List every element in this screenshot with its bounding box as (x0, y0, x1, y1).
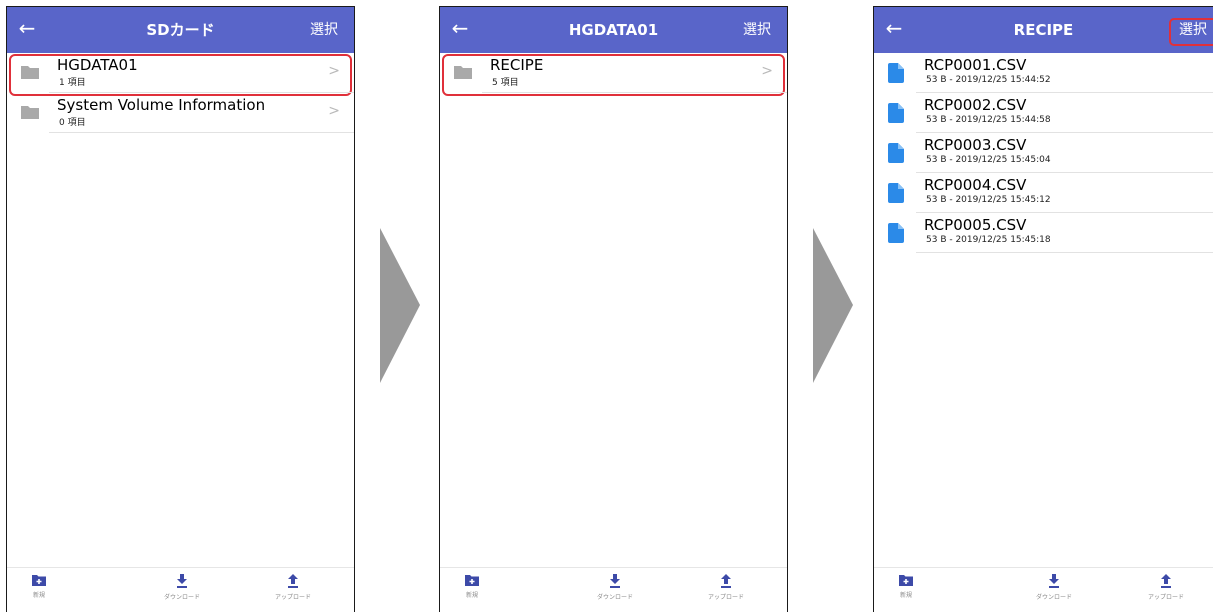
download-label: ダウンロード (596, 594, 633, 601)
item-subtitle: 53 B - 2019/12/25 15:45:12 (926, 195, 1051, 205)
item-name: RCP0005.CSV (924, 216, 1027, 234)
list-item-rcp0003[interactable]: RCP0003.CSV 53 B - 2019/12/25 15:45:04 (874, 133, 1213, 173)
header-bar: ← HGDATA01 選択 (440, 7, 787, 53)
file-icon (888, 183, 904, 203)
new-folder-icon (32, 575, 46, 586)
new-folder-button[interactable]: 新規 (442, 574, 502, 599)
download-button[interactable]: ダウンロード (152, 574, 212, 601)
file-icon (888, 103, 904, 123)
item-name: RCP0002.CSV (924, 96, 1027, 114)
folder-icon (21, 66, 39, 79)
download-button[interactable]: ダウンロード (585, 574, 645, 601)
arrow-left-icon[interactable]: ← (16, 17, 38, 39)
new-folder-button[interactable]: 新規 (876, 574, 936, 599)
new-label: 新規 (32, 592, 45, 599)
new-folder-button[interactable]: 新規 (9, 574, 69, 599)
download-button[interactable]: ダウンロード (1024, 574, 1084, 601)
item-subtitle: 0 項目 (59, 118, 86, 128)
list-item-recipe[interactable]: RECIPE 5 項目 > (440, 53, 787, 96)
item-name: RCP0001.CSV (924, 56, 1027, 74)
select-button[interactable]: 選択 (743, 7, 771, 53)
list-item-hgdata01[interactable]: HGDATA01 1 項目 > (7, 53, 354, 96)
item-subtitle: 53 B - 2019/12/25 15:44:52 (926, 75, 1051, 85)
upload-label: アップロード (1147, 594, 1184, 601)
step-arrow-icon (380, 228, 420, 383)
upload-icon (288, 574, 298, 588)
item-name: RCP0004.CSV (924, 176, 1027, 194)
item-subtitle: 53 B - 2019/12/25 15:45:18 (926, 235, 1051, 245)
new-label: 新規 (899, 592, 912, 599)
item-subtitle: 1 項目 (59, 78, 86, 88)
download-icon (177, 574, 187, 588)
list-item-system-volume-information[interactable]: System Volume Information 0 項目 > (7, 93, 354, 133)
file-icon (888, 143, 904, 163)
file-list: HGDATA01 1 項目 > System Volume Informatio… (7, 53, 354, 133)
item-subtitle: 53 B - 2019/12/25 15:45:04 (926, 155, 1051, 165)
arrow-left-icon[interactable]: ← (883, 17, 905, 39)
page-title: SDカード (146, 21, 215, 39)
item-name: System Volume Information (57, 96, 266, 114)
folder-icon (21, 106, 39, 119)
screen-hgdata01: ← HGDATA01 選択 RECIPE 5 項目 > 新規 ダウンロード アッ… (439, 6, 788, 612)
list-item-rcp0005[interactable]: RCP0005.CSV 53 B - 2019/12/25 15:45:18 (874, 213, 1213, 253)
list-item-rcp0002[interactable]: RCP0002.CSV 53 B - 2019/12/25 15:44:58 (874, 93, 1213, 133)
item-subtitle: 5 項目 (492, 78, 519, 88)
download-icon (1049, 574, 1059, 588)
arrow-left-icon[interactable]: ← (449, 17, 471, 39)
chevron-right-icon: > (328, 63, 340, 79)
folder-icon (454, 66, 472, 79)
download-label: ダウンロード (1035, 594, 1072, 601)
item-name: HGDATA01 (57, 56, 138, 74)
highlight-box (1169, 18, 1213, 46)
download-label: ダウンロード (163, 594, 200, 601)
chevron-right-icon: > (761, 63, 773, 79)
item-name: RECIPE (490, 56, 544, 74)
item-name: RCP0003.CSV (924, 136, 1027, 154)
upload-button[interactable]: アップロード (263, 574, 323, 601)
list-item-rcp0004[interactable]: RCP0004.CSV 53 B - 2019/12/25 15:45:12 (874, 173, 1213, 213)
bottom-toolbar: 新規 ダウンロード アップロード (874, 567, 1213, 612)
new-label: 新規 (465, 592, 478, 599)
file-list: RCP0001.CSV 53 B - 2019/12/25 15:44:52 R… (874, 53, 1213, 253)
item-subtitle: 53 B - 2019/12/25 15:44:58 (926, 115, 1051, 125)
list-item-rcp0001[interactable]: RCP0001.CSV 53 B - 2019/12/25 15:44:52 (874, 53, 1213, 93)
upload-icon (1161, 574, 1171, 588)
upload-button[interactable]: アップロード (1136, 574, 1196, 601)
upload-icon (721, 574, 731, 588)
upload-button[interactable]: アップロード (696, 574, 756, 601)
screen-recipe: ← RECIPE 選択 RCP0001.CSV 53 B - 2019/12/2… (873, 6, 1213, 612)
screen-sd-card: ← SDカード 選択 HGDATA01 1 項目 > System Volume… (6, 6, 355, 612)
file-list: RECIPE 5 項目 > (440, 53, 787, 96)
select-button[interactable]: 選択 (310, 7, 338, 53)
chevron-right-icon: > (328, 103, 340, 119)
page-title: HGDATA01 (568, 21, 659, 39)
file-icon (888, 63, 904, 83)
upload-label: アップロード (707, 594, 744, 601)
download-icon (610, 574, 620, 588)
upload-label: アップロード (274, 594, 311, 601)
step-arrow-icon (813, 228, 853, 383)
file-icon (888, 223, 904, 243)
bottom-toolbar: 新規 ダウンロード アップロード (7, 567, 354, 612)
header-bar: ← SDカード 選択 (7, 7, 354, 53)
header-bar: ← RECIPE 選択 (874, 7, 1213, 53)
page-title: RECIPE (1013, 21, 1074, 39)
new-folder-icon (899, 575, 913, 586)
new-folder-icon (465, 575, 479, 586)
bottom-toolbar: 新規 ダウンロード アップロード (440, 567, 787, 612)
